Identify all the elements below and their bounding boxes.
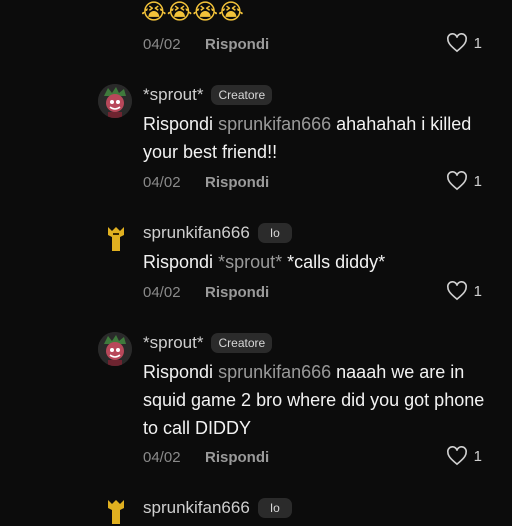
heart-outline-icon [446,281,467,301]
sprunki-avatar-art [108,500,124,524]
comment-date: 04/02 [143,173,181,191]
like-button[interactable]: 1 [446,281,482,301]
comment-body: Rispondi *sprout* *calls diddy* [143,248,488,276]
comment-text: *calls diddy* [282,252,386,272]
comment-date: 04/02 [143,283,181,301]
comment-body: Rispondi sprunkifan666 naaah we are in s… [143,358,488,442]
reply-prefix: Rispondi [143,252,214,272]
heart-outline-icon [446,171,467,191]
username[interactable]: sprunkifan666 [143,498,250,518]
reply-button[interactable]: Rispondi [205,36,269,53]
creator-badge: Creatore [211,85,273,105]
comment-meta: 04/02 Rispondi 1 [143,446,482,468]
sprunki-avatar[interactable] [104,225,128,253]
username[interactable]: *sprout* [143,333,203,353]
like-button[interactable]: 1 [446,446,482,466]
like-button[interactable]: 1 [446,171,482,191]
heart-outline-icon [446,33,467,53]
sprunki-avatar-art [108,227,124,251]
like-count: 1 [473,282,482,300]
username[interactable]: sprunkifan666 [143,223,250,243]
comment-header: sprunkifan666 Io [143,497,292,519]
like-count: 1 [473,447,482,465]
comment-body: Rispondi sprunkifan666 ahahahah i killed… [143,110,488,166]
mention[interactable]: sprunkifan666 [218,362,331,382]
comment-meta: 04/02 Rispondi 1 [143,281,482,303]
reply-prefix: Rispondi [143,114,214,134]
sprout-avatar-art [98,332,132,366]
me-badge: Io [257,223,292,243]
comment-date: 04/02 [143,35,181,53]
like-count: 1 [473,34,482,52]
mention[interactable]: sprunkifan666 [218,114,331,134]
sprout-avatar[interactable] [98,332,132,366]
sprout-avatar[interactable] [98,84,132,118]
heart-outline-icon [446,446,467,466]
username[interactable]: *sprout* [143,85,203,105]
comment-header: *sprout* Creatore [143,84,273,106]
comment-header: *sprout* Creatore [143,332,273,354]
comment-date: 04/02 [143,448,181,466]
reply-button[interactable]: Rispondi [205,174,269,191]
mention[interactable]: *sprout* [218,252,282,272]
sprunki-avatar[interactable] [104,498,128,526]
comment-header: sprunkifan666 Io [143,222,292,244]
reply-prefix: Rispondi [143,362,214,382]
comment-meta: 04/02 Rispondi 1 [143,33,482,55]
creator-badge: Creatore [211,333,273,353]
comment-meta: 04/02 Rispondi 1 [143,171,482,193]
reply-button[interactable]: Rispondi [205,449,269,466]
sprout-avatar-art [98,84,132,118]
like-button[interactable]: 1 [446,33,482,53]
reply-button[interactable]: Rispondi [205,284,269,301]
like-count: 1 [473,172,482,190]
me-badge: Io [257,498,292,518]
emoji-row: 😭😭😭😭 [141,0,244,24]
